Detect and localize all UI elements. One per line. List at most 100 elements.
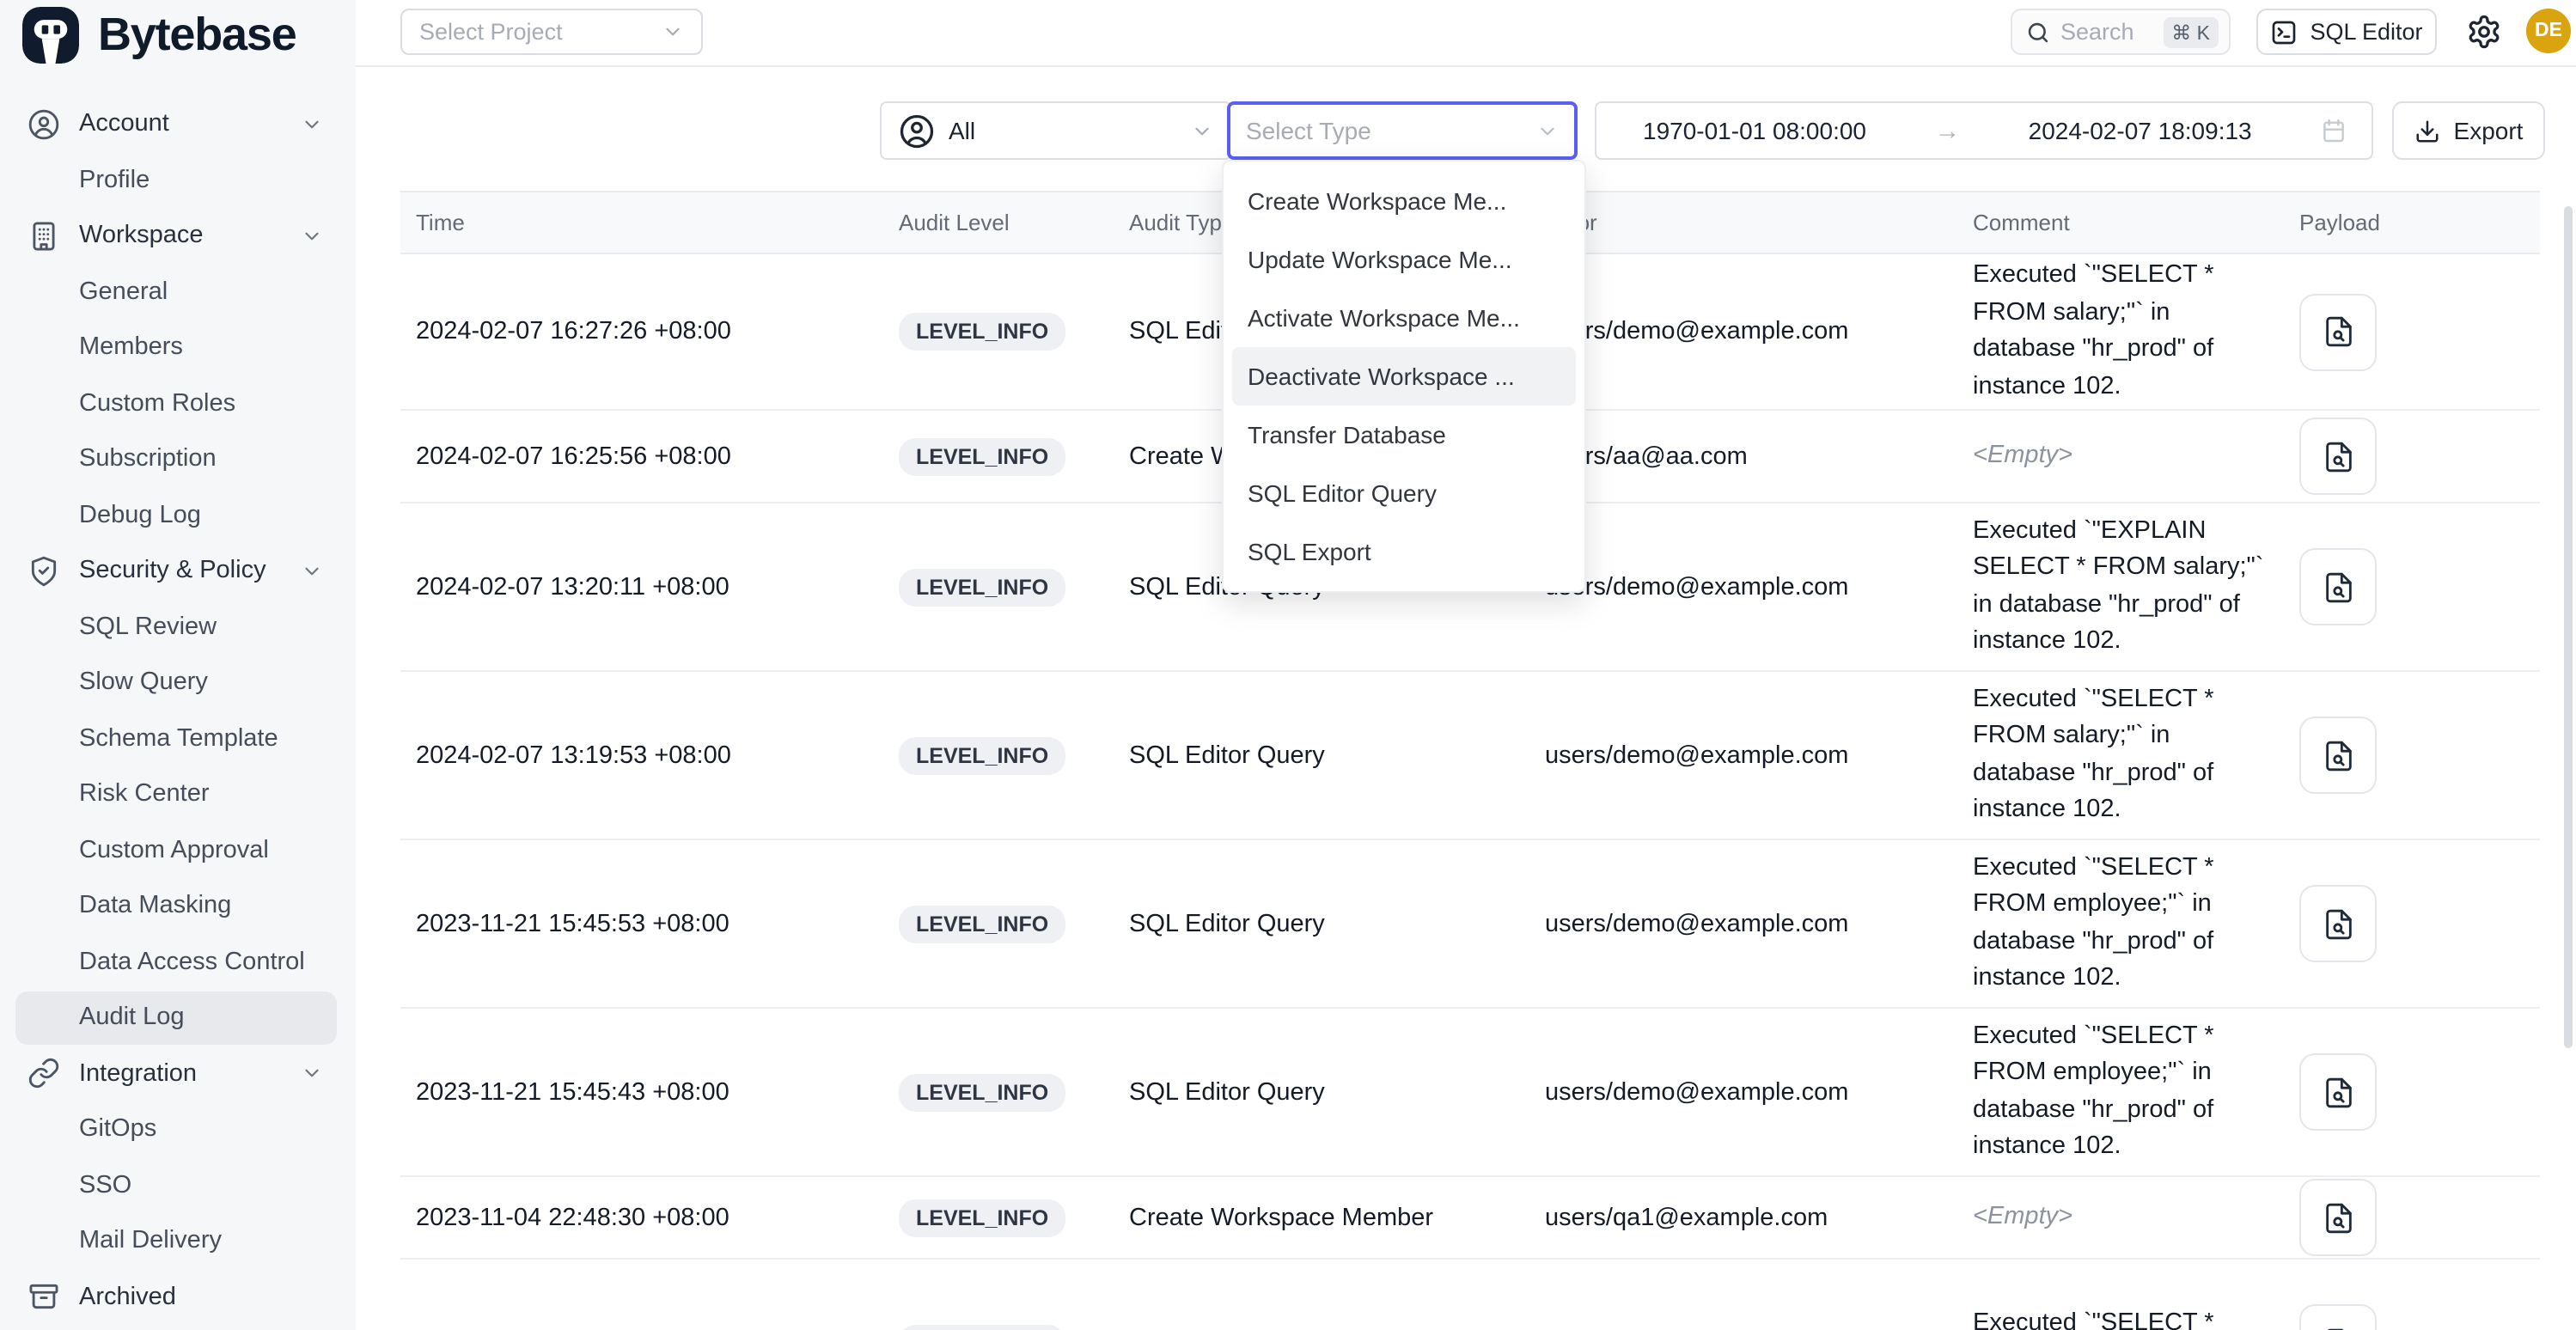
sidebar-item-archived[interactable]: Archived — [0, 1269, 356, 1325]
audit-actor: users/demo@example.com — [1545, 1078, 1973, 1106]
link-icon — [27, 1058, 60, 1090]
dropdown-option-sql-editor-query[interactable]: SQL Editor Query — [1232, 464, 1576, 522]
table-row: 2024-02-07 13:19:53 +08:00 LEVEL_INFO SQ… — [400, 672, 2540, 840]
sidebar-item-slow-query[interactable]: Slow Query — [0, 655, 356, 711]
audit-actor: users/qa1@example.com — [1545, 1204, 1973, 1231]
chevron-down-icon — [301, 1063, 323, 1085]
sidebar-item-sso[interactable]: SSO — [0, 1157, 356, 1213]
topbar: Select Project Search ⌘ K SQL Editor DE — [356, 0, 2576, 67]
dropdown-option-transfer-database[interactable]: Transfer Database — [1232, 406, 1576, 464]
audit-level-badge: LEVEL_INFO — [899, 1073, 1065, 1111]
archive-icon — [27, 1281, 60, 1314]
audit-type: Create Workspace Member — [1129, 1204, 1545, 1231]
sidebar-item-gitops[interactable]: GitOps — [0, 1101, 356, 1157]
audit-type: SQL Editor Query — [1129, 910, 1545, 937]
audit-time: 2024-02-07 13:19:53 +08:00 — [400, 741, 899, 769]
search-icon — [2026, 20, 2050, 44]
dropdown-option-update-workspace-member[interactable]: Update Workspace Me... — [1232, 230, 1576, 289]
sidebar-item-mail-delivery[interactable]: Mail Delivery — [0, 1213, 356, 1269]
audit-level-badge: LEVEL_INFO — [899, 1199, 1065, 1236]
sidebar-item-security-policy[interactable]: Security & Policy — [0, 543, 356, 599]
chevron-down-icon — [301, 225, 323, 247]
sidebar-item-workspace[interactable]: Workspace — [0, 208, 356, 264]
download-icon — [2414, 118, 2440, 143]
sidebar-item-integration[interactable]: Integration — [0, 1046, 356, 1101]
bytebase-logo[interactable]: Bytebase — [22, 7, 296, 64]
view-payload-button[interactable] — [2299, 717, 2377, 794]
sql-editor-button[interactable]: SQL Editor — [2256, 9, 2437, 55]
type-filter-dropdown: Create Workspace Me... Update Workspace … — [1222, 160, 1586, 593]
sidebar-item-data-masking[interactable]: Data Masking — [0, 878, 356, 934]
brand-name: Bytebase — [98, 9, 296, 62]
audit-comment: Executed `"SELECT * FROM salary;"` in da… — [1973, 258, 2292, 406]
sidebar-item-risk-center[interactable]: Risk Center — [0, 766, 356, 822]
dropdown-option-activate-workspace-member[interactable]: Activate Workspace Me... — [1232, 289, 1576, 347]
view-payload-button[interactable] — [2299, 548, 2377, 625]
sidebar-item-subscription[interactable]: Subscription — [0, 431, 356, 487]
col-audit-level: Audit Level — [899, 210, 1129, 235]
audit-comment: <Empty> — [1973, 1199, 2292, 1236]
sidebar-item-debug-log[interactable]: Debug Log — [0, 487, 356, 543]
audit-comment: Executed `"EXPLAIN SELECT * FROM salary;… — [1973, 513, 2292, 661]
sidebar-nav: Account Profile Workspace General Member… — [0, 96, 356, 1325]
chevron-down-icon — [662, 21, 684, 43]
col-time: Time — [400, 210, 899, 235]
audit-level-badge: LEVEL_INFO — [899, 1324, 1065, 1330]
sidebar-item-custom-roles[interactable]: Custom Roles — [0, 375, 356, 431]
table-row: 2023-11-04 22:48:30 +08:00 LEVEL_INFO Cr… — [400, 1177, 2540, 1260]
sidebar-item-data-access-control[interactable]: Data Access Control — [0, 934, 356, 990]
export-button[interactable]: Export — [2392, 101, 2545, 160]
actor-filter-value: All — [949, 117, 975, 144]
view-payload-button[interactable] — [2299, 418, 2377, 495]
audit-time: 2024-02-07 16:25:56 +08:00 — [400, 442, 899, 470]
audit-level-badge: LEVEL_INFO — [899, 568, 1065, 606]
audit-comment: <Empty> — [1973, 438, 2292, 475]
project-select[interactable]: Select Project — [400, 9, 703, 55]
chevron-down-icon — [1536, 119, 1559, 142]
sidebar-item-account[interactable]: Account — [0, 96, 356, 152]
dropdown-option-sql-export[interactable]: SQL Export — [1232, 522, 1576, 581]
audit-time: 2023-11-21 15:45:53 +08:00 — [400, 910, 899, 937]
col-actor: Actor — [1545, 210, 1973, 235]
audit-level-badge: LEVEL_INFO — [899, 736, 1065, 774]
actor-filter-select[interactable]: All — [880, 101, 1232, 160]
sidebar-item-custom-approval[interactable]: Custom Approval — [0, 822, 356, 878]
view-payload-button[interactable] — [2299, 1179, 2377, 1256]
view-payload-button[interactable] — [2299, 1053, 2377, 1131]
arrow-right-icon: → — [1934, 116, 1960, 145]
chevron-down-icon — [301, 113, 323, 136]
audit-type: SQL Editor Query — [1129, 1078, 1545, 1106]
audit-time: 2024-02-07 16:27:26 +08:00 — [400, 318, 899, 345]
dropdown-option-create-workspace-member[interactable]: Create Workspace Me... — [1232, 172, 1576, 230]
avatar[interactable]: DE — [2526, 9, 2571, 53]
audit-time: 2023-11-04 22:48:30 +08:00 — [400, 1204, 899, 1231]
search-input[interactable]: Search ⌘ K — [2011, 9, 2231, 55]
sidebar-item-general[interactable]: General — [0, 264, 356, 320]
gear-icon[interactable] — [2466, 14, 2502, 50]
terminal-square-icon — [2270, 18, 2298, 46]
type-filter-select[interactable]: Select Type — [1227, 101, 1578, 160]
user-circle-icon — [27, 108, 60, 141]
audit-level-badge: LEVEL_INFO — [899, 905, 1065, 943]
table-row: 2023-11-04 01:26:24 +08:00 LEVEL_INFO SQ… — [400, 1260, 2540, 1330]
date-to-value: 2024-02-07 18:09:13 — [2029, 117, 2252, 144]
vertical-scrollbar[interactable] — [2564, 206, 2573, 1048]
search-placeholder: Search — [2060, 19, 2163, 45]
dropdown-option-deactivate-workspace-member[interactable]: Deactivate Workspace ... — [1232, 347, 1576, 406]
sidebar-item-schema-template[interactable]: Schema Template — [0, 711, 356, 766]
date-from-value: 1970-01-01 08:00:00 — [1643, 117, 1866, 144]
date-range-picker[interactable]: 1970-01-01 08:00:00 → 2024-02-07 18:09:1… — [1595, 101, 2373, 160]
audit-comment: Executed `"SELECT * FROM employee;"` in … — [1973, 850, 2292, 998]
audit-actor: users/demo@example.com — [1545, 741, 1973, 769]
user-circle-icon — [899, 113, 935, 149]
view-payload-button[interactable] — [2299, 293, 2377, 370]
audit-comment: Executed `"SELECT * FROM department;"` i… — [1973, 1306, 2292, 1330]
sidebar-item-sql-review[interactable]: SQL Review — [0, 599, 356, 655]
sidebar-item-members[interactable]: Members — [0, 320, 356, 375]
audit-actor: users/demo@example.com — [1545, 573, 1973, 601]
view-payload-button[interactable] — [2299, 885, 2377, 962]
sidebar-item-profile[interactable]: Profile — [0, 152, 356, 208]
view-payload-button[interactable] — [2299, 1304, 2377, 1330]
audit-level-badge: LEVEL_INFO — [899, 437, 1065, 475]
sidebar-item-audit-log[interactable]: Audit Log — [0, 990, 356, 1046]
